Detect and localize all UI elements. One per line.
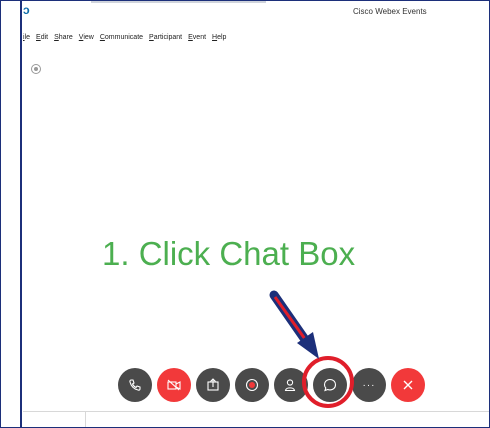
tab-strip [91,1,266,3]
menu-bar: ile Edit Share View Communicate Particip… [23,34,226,46]
record-button[interactable] [235,368,269,402]
phone-icon [129,379,141,391]
more-button[interactable]: ··· [352,368,386,402]
participants-icon [284,379,296,392]
title-bar: ↄ Cisco Webex Events [1,1,489,23]
share-icon [207,378,219,391]
menu-edit[interactable]: Edit [36,34,48,46]
pointer-arrow [269,290,319,359]
settings-icon[interactable] [31,64,41,74]
close-icon [403,380,413,390]
record-icon [245,378,259,392]
webex-logo-icon: ↄ [23,3,30,17]
instruction-text: 1. Click Chat Box [102,235,356,272]
menu-file[interactable]: ile [23,34,30,46]
bottom-divider [85,411,86,427]
audio-button[interactable] [118,368,152,402]
more-icon: ··· [362,379,376,391]
menu-view[interactable]: View [79,34,94,46]
menu-share[interactable]: Share [54,34,73,46]
menu-event[interactable]: Event [188,34,206,46]
bottom-bar [23,411,489,427]
menu-help[interactable]: Help [212,34,226,46]
chat-highlight-ring [302,356,354,408]
menu-communicate[interactable]: Communicate [100,34,143,46]
video-button[interactable] [157,368,191,402]
leave-button[interactable] [391,368,425,402]
window-title: Cisco Webex Events [353,7,427,16]
webex-window: ↄ Cisco Webex Events ile Edit Share View… [0,0,490,428]
menu-participant[interactable]: Participant [149,34,182,46]
left-edge-divider [20,0,22,428]
share-button[interactable] [196,368,230,402]
video-off-icon [167,379,181,391]
